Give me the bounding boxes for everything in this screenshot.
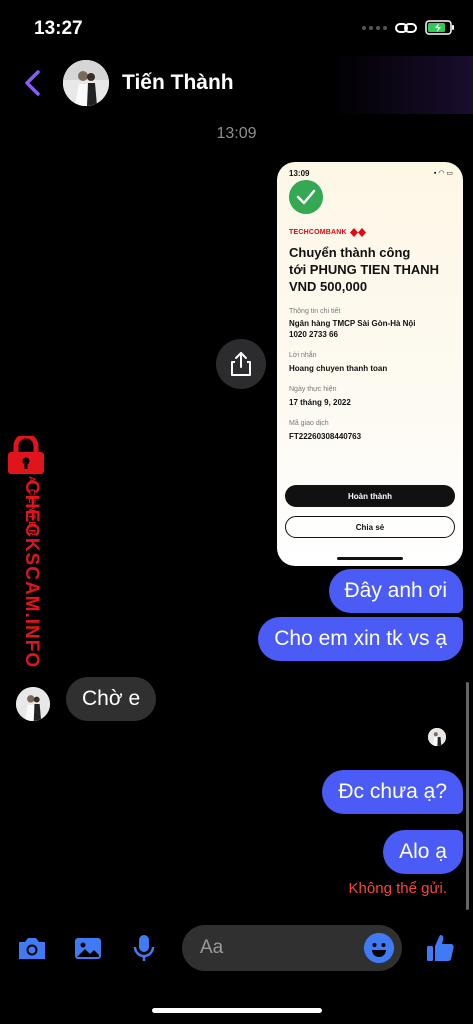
receipt-home-indicator	[337, 557, 403, 560]
share-receipt-button: Chia sẻ	[285, 516, 455, 538]
receipt-image[interactable]: 13:09 ▪ ◠ ▭ TECHCOMBANK Chuyển thành côn…	[277, 162, 463, 566]
receipt-title: Chuyển thành công tới PHUNG TIEN THANH V…	[289, 245, 440, 294]
share-button[interactable]	[216, 339, 266, 389]
status-icons	[362, 20, 455, 35]
message-composer	[0, 922, 473, 974]
back-arrow-icon[interactable]	[18, 68, 48, 98]
send-error-text[interactable]: Không thể gửi.	[349, 880, 447, 897]
watermark-subtext: DATA CENTER	[27, 453, 37, 538]
message-label: Lời nhắn	[289, 352, 317, 359]
contact-avatar-small[interactable]	[16, 687, 50, 721]
signal-icon	[362, 25, 387, 30]
thumbs-up-icon[interactable]	[424, 932, 456, 964]
chat-header: Tiến Thành	[0, 56, 473, 114]
message-input-container[interactable]	[182, 925, 402, 971]
account-value: 1020 2733 66	[289, 330, 338, 339]
transaction-label: Mã giao dịch	[289, 420, 329, 427]
outgoing-message[interactable]: Đây anh ơi	[328, 569, 463, 613]
done-button: Hoàn thành	[285, 485, 455, 507]
date-value: 17 tháng 9, 2022	[289, 398, 351, 407]
receipt-status-icons: ▪ ◠ ▭	[433, 170, 453, 177]
contact-avatar[interactable]	[63, 60, 109, 106]
seen-indicator-avatar	[428, 728, 446, 746]
status-time: 13:27	[34, 18, 83, 39]
camera-icon[interactable]	[16, 932, 48, 964]
receipt-status-time: 13:09	[289, 169, 310, 178]
contact-name[interactable]: Tiến Thành	[122, 71, 234, 95]
home-indicator	[152, 1008, 322, 1013]
incoming-message[interactable]: Chờ e	[66, 677, 157, 721]
gallery-icon[interactable]	[72, 932, 104, 964]
scrollbar[interactable]	[466, 682, 469, 910]
message-input[interactable]	[200, 925, 360, 971]
details-label: Thông tin chi tiết	[289, 308, 341, 315]
message-value: Hoang chuyen thanh toan	[289, 364, 388, 373]
link-icon	[395, 22, 417, 33]
watermark: CHECKSCAM.INFO DATA CENTER	[0, 436, 60, 668]
lock-icon	[8, 436, 44, 474]
bank-value: Ngân hàng TMCP Sài Gòn-Hà Nội	[289, 319, 416, 328]
emoji-icon[interactable]	[364, 933, 394, 963]
outgoing-message[interactable]: Alo ạ	[383, 830, 463, 874]
status-bar: 13:27	[0, 0, 473, 56]
outgoing-message[interactable]: Cho em xin tk vs ạ	[258, 617, 463, 661]
message-timestamp: 13:09	[216, 125, 257, 142]
microphone-icon[interactable]	[128, 932, 160, 964]
outgoing-message[interactable]: Đc chưa ạ?	[322, 770, 463, 814]
techcombank-logo: TECHCOMBANK	[289, 228, 366, 237]
battery-icon	[425, 20, 454, 35]
share-icon	[231, 352, 251, 376]
success-check-icon	[289, 180, 323, 214]
date-label: Ngày thực hiện	[289, 386, 337, 393]
transaction-value: FT22260308440763	[289, 432, 362, 441]
